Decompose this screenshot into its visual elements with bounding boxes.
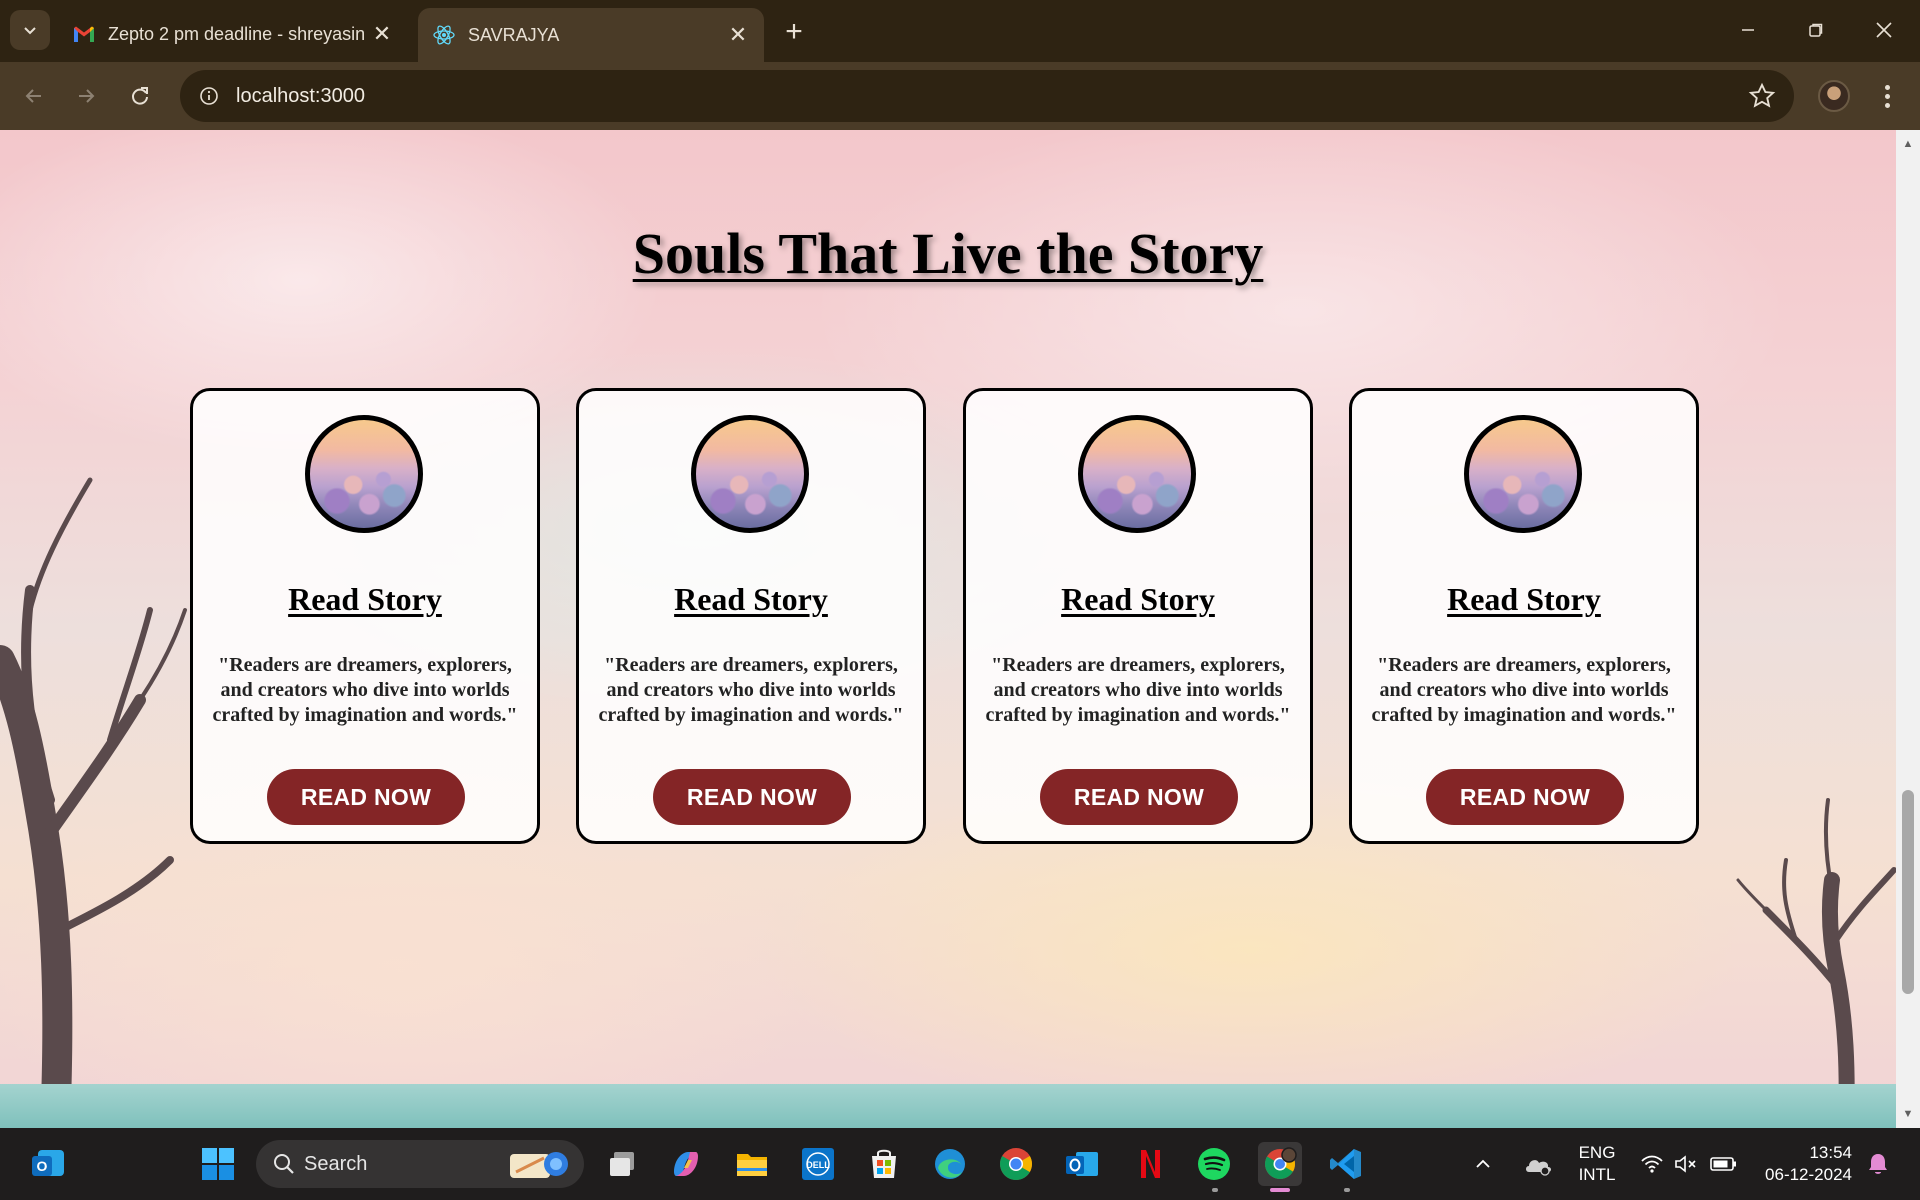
story-avatar-image <box>1078 415 1196 533</box>
arrow-left-icon <box>25 89 41 103</box>
svg-text:O: O <box>37 1158 48 1174</box>
gmail-icon <box>72 22 96 46</box>
chrome-icon[interactable] <box>994 1142 1038 1186</box>
tree-left-illustration <box>0 477 187 1128</box>
wifi-icon[interactable] <box>1636 1142 1668 1186</box>
browser-toolbar: localhost:3000 <box>0 62 1920 130</box>
running-indicator <box>1344 1188 1350 1192</box>
onedrive-icon[interactable] <box>1518 1142 1558 1186</box>
card-title-link[interactable]: Read Story <box>193 581 537 618</box>
tab-savrajya[interactable]: SAVRAJYA ✕ <box>418 8 764 62</box>
running-indicator <box>1212 1188 1218 1192</box>
volume-muted-icon[interactable] <box>1670 1142 1702 1186</box>
card-title-link[interactable]: Read Story <box>579 581 923 618</box>
card-title-link[interactable]: Read Story <box>966 581 1310 618</box>
clock-time: 13:54 <box>1809 1143 1852 1162</box>
notification-bell-icon[interactable] <box>1862 1142 1894 1186</box>
file-explorer-icon[interactable] <box>730 1142 774 1186</box>
page-scrollbar[interactable]: ▲ ▼ <box>1896 130 1920 1128</box>
card-title-link[interactable]: Read Story <box>1352 581 1696 618</box>
page-viewport: Souls That Live the Story Read Story "Re… <box>0 130 1896 1128</box>
language-line1: ENG <box>1578 1143 1616 1162</box>
svg-text:DELL: DELL <box>806 1160 830 1170</box>
search-label: Search <box>304 1152 368 1175</box>
minimize-icon <box>1742 29 1754 31</box>
card-quote: "Readers are dreamers, explorers, and cr… <box>212 654 518 726</box>
story-card: Read Story "Readers are dreamers, explor… <box>190 388 540 844</box>
dell-icon[interactable]: DELL <box>796 1142 840 1186</box>
outlook-icon[interactable] <box>1060 1142 1104 1186</box>
story-card: Read Story "Readers are dreamers, explor… <box>1349 388 1699 844</box>
tab-title: SAVRAJYA <box>468 24 560 45</box>
scroll-up-icon[interactable]: ▲ <box>1896 134 1920 154</box>
close-tab-icon[interactable]: ✕ <box>368 20 396 48</box>
chevron-up-icon[interactable] <box>1468 1142 1498 1186</box>
browser-menu-icon[interactable] <box>1872 80 1902 112</box>
search-icon <box>274 1154 294 1174</box>
close-icon <box>1876 22 1892 38</box>
vscode-icon[interactable] <box>1324 1142 1368 1186</box>
bookmark-star-icon[interactable] <box>1748 82 1776 110</box>
windows-taskbar: O Search DELL ENG INTL 13:54 06-12-2024 <box>0 1128 1920 1200</box>
back-button[interactable] <box>14 76 54 116</box>
read-now-button[interactable]: READ NOW <box>1040 769 1238 825</box>
chrome-profile-icon[interactable] <box>1258 1142 1302 1186</box>
story-avatar-image <box>305 415 423 533</box>
close-tab-icon[interactable]: ✕ <box>724 21 752 49</box>
search-highlight-icon <box>510 1152 568 1178</box>
chevron-down-icon <box>24 27 36 35</box>
spotify-icon[interactable] <box>1192 1142 1236 1186</box>
story-avatar-image <box>1464 415 1582 533</box>
scroll-down-icon[interactable]: ▼ <box>1896 1104 1920 1124</box>
microsoft-store-icon[interactable] <box>862 1142 906 1186</box>
clock-date: 06-12-2024 <box>1765 1165 1852 1184</box>
task-view-icon[interactable] <box>600 1142 644 1186</box>
section-heading: Souls That Live the Story <box>632 221 1264 286</box>
tab-strip: Zepto 2 pm deadline - shreyasin ✕ SAVRAJ… <box>0 0 1920 62</box>
netflix-icon[interactable] <box>1126 1142 1170 1186</box>
taskbar-search-box[interactable]: Search <box>256 1140 584 1188</box>
read-now-button[interactable]: READ NOW <box>1426 769 1624 825</box>
read-now-button[interactable]: READ NOW <box>653 769 851 825</box>
tab-gmail[interactable]: Zepto 2 pm deadline - shreyasin ✕ <box>58 10 408 58</box>
scroll-thumb[interactable] <box>1902 790 1914 994</box>
read-now-button[interactable]: READ NOW <box>267 769 465 825</box>
tab-title: Zepto 2 pm deadline - shreyasin <box>108 23 366 44</box>
address-bar[interactable]: localhost:3000 <box>180 70 1794 122</box>
card-quote: "Readers are dreamers, explorers, and cr… <box>598 654 904 726</box>
reload-button[interactable] <box>120 76 160 116</box>
forward-button[interactable] <box>66 76 106 116</box>
story-card: Read Story "Readers are dreamers, explor… <box>576 388 926 844</box>
restore-icon <box>1809 23 1823 37</box>
language-indicator[interactable]: ENG INTL <box>1572 1142 1622 1186</box>
restore-button[interactable] <box>1782 0 1850 60</box>
card-quote: "Readers are dreamers, explorers, and cr… <box>1371 654 1677 726</box>
copilot-icon[interactable] <box>664 1142 708 1186</box>
battery-icon[interactable] <box>1706 1142 1742 1186</box>
react-icon <box>432 23 456 47</box>
site-info-icon[interactable] <box>194 81 224 111</box>
outlook-widget-icon[interactable]: O <box>26 1142 70 1186</box>
card-quote: "Readers are dreamers, explorers, and cr… <box>985 654 1291 726</box>
tab-search-button[interactable] <box>10 10 50 50</box>
active-indicator <box>1270 1188 1290 1192</box>
url-text: localhost:3000 <box>236 84 365 107</box>
windows-start-icon[interactable] <box>196 1142 240 1186</box>
close-window-button[interactable] <box>1850 0 1918 60</box>
reload-icon <box>132 87 148 105</box>
profile-avatar[interactable] <box>1818 80 1850 112</box>
language-line2: INTL <box>1578 1165 1616 1184</box>
new-tab-button[interactable]: + <box>776 14 812 50</box>
arrow-right-icon <box>79 89 95 103</box>
minimize-button[interactable] <box>1714 0 1782 60</box>
story-avatar-image <box>691 415 809 533</box>
clock[interactable]: 13:54 06-12-2024 <box>1752 1142 1852 1186</box>
tree-right-illustration <box>1736 798 1896 1128</box>
edge-icon[interactable] <box>928 1142 972 1186</box>
story-card: Read Story "Readers are dreamers, explor… <box>963 388 1313 844</box>
ground-strip <box>0 1084 1896 1128</box>
